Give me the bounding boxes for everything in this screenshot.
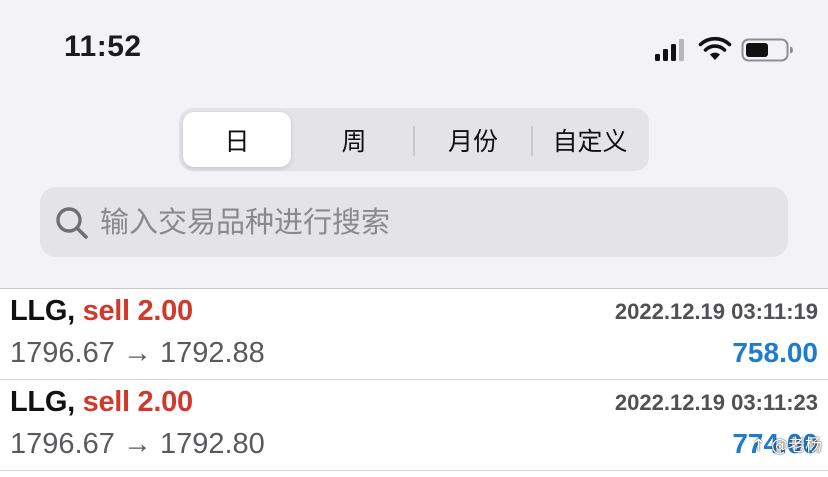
trade-title: LLG, sell 2.00 — [10, 295, 193, 328]
trade-time: 2022.12.19 03:11:23 — [614, 390, 818, 415]
trade-symbol: LLG, — [10, 295, 75, 327]
search-input[interactable] — [100, 187, 770, 257]
trade-profit: 758.00 — [732, 337, 818, 368]
trade-symbol: LLG, — [10, 386, 75, 418]
trade-list: LLG, sell 2.00 2022.12.19 03:11:19 1796.… — [0, 288, 828, 477]
period-segmented-control: 日 周 月份 自定义 — [179, 108, 649, 171]
status-time: 11:52 — [64, 30, 142, 63]
trade-side: sell 2.00 — [82, 386, 193, 418]
watermark: ↑ @老杨 — [751, 436, 822, 456]
tab-custom[interactable]: 自定义 — [533, 112, 647, 167]
signal-icon — [655, 39, 684, 61]
tab-week[interactable]: 周 — [295, 112, 413, 167]
trade-row[interactable]: LLG, sell 2.00 2022.12.19 03:11:19 1796.… — [0, 289, 828, 380]
trade-time: 2022.12.19 03:11:19 — [614, 299, 818, 324]
tab-day[interactable]: 日 — [183, 112, 291, 167]
trade-prices: 1796.67 → 1792.80 — [10, 428, 265, 460]
battery-icon — [741, 38, 793, 62]
trade-side: sell 2.00 — [82, 295, 193, 327]
tab-month[interactable]: 月份 — [415, 112, 531, 167]
trade-title: LLG, sell 2.00 — [10, 386, 193, 419]
search-bar[interactable] — [40, 187, 788, 257]
search-icon — [56, 207, 88, 239]
trade-row[interactable]: LLG, sell 2.00 2022.12.19 03:11:23 1796.… — [0, 380, 828, 471]
trade-prices: 1796.67 → 1792.88 — [10, 337, 265, 369]
wifi-icon — [698, 36, 732, 60]
